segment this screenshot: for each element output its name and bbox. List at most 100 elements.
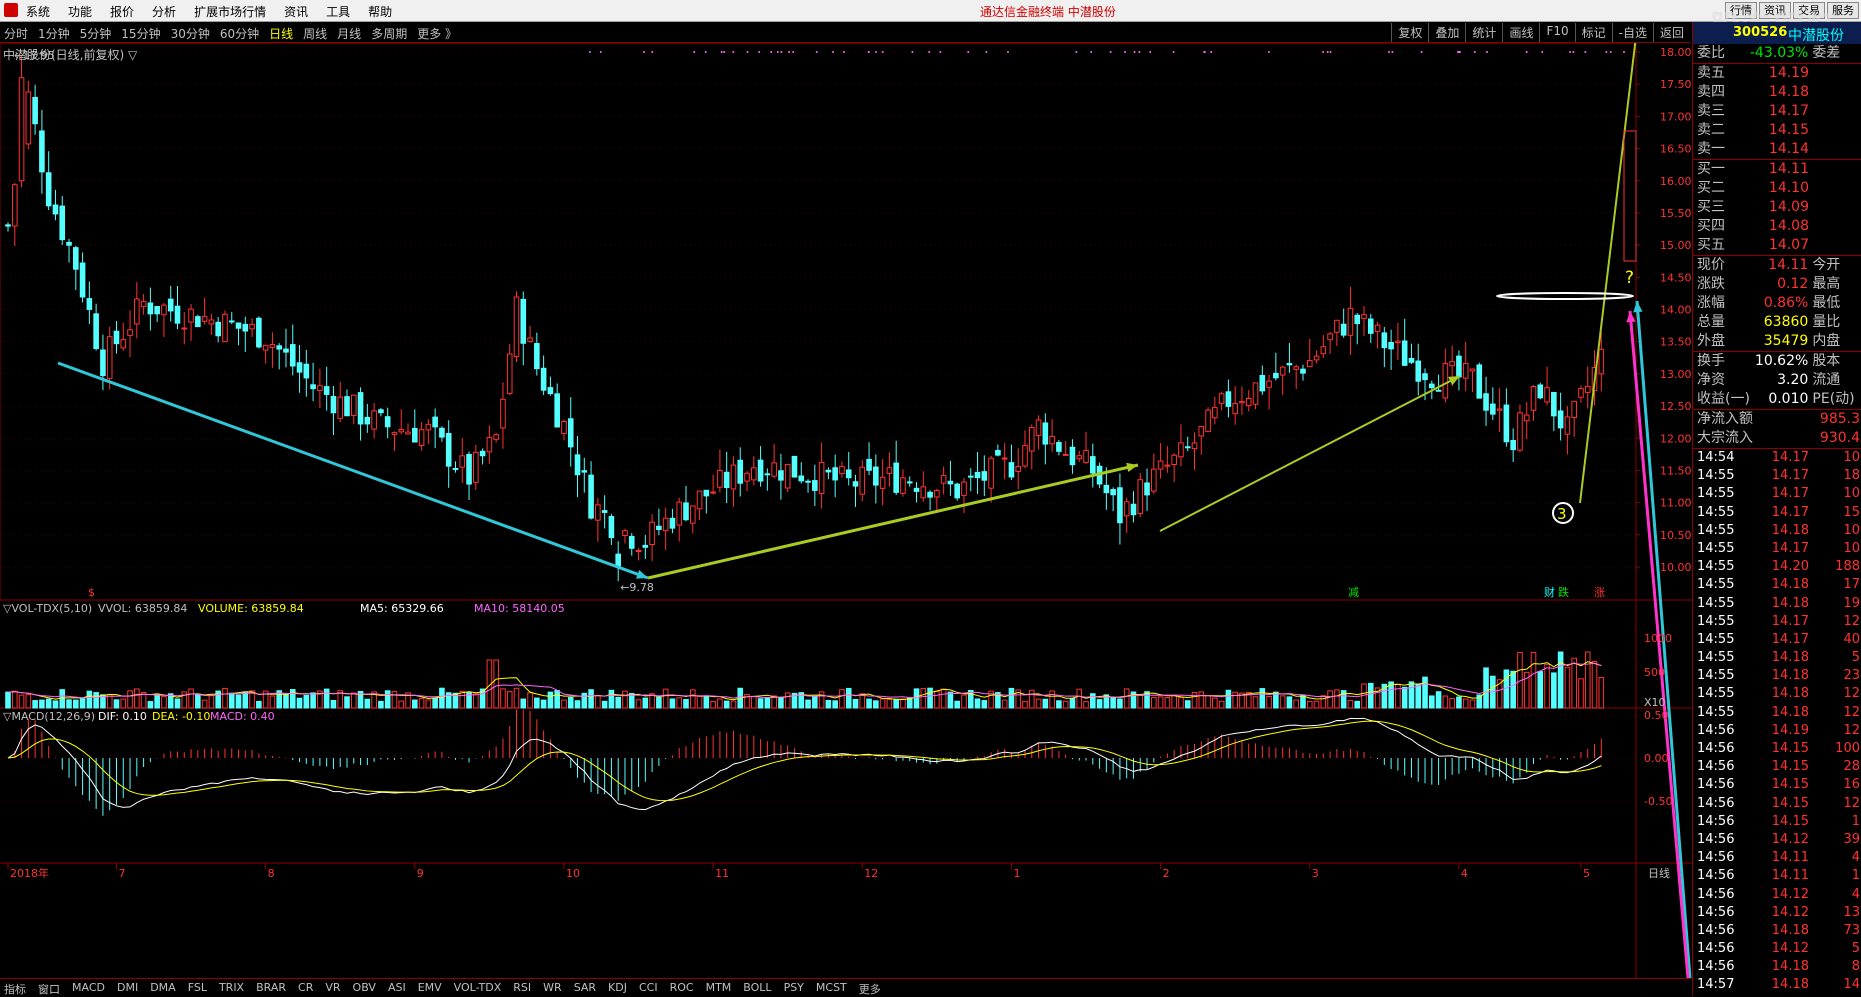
weibi-row: 委比 -43.03% 委差 <box>1693 44 1861 63</box>
candle-body <box>1544 387 1550 403</box>
signal-dot <box>693 51 696 53</box>
period-tab-10[interactable]: 更多 》 <box>417 25 457 42</box>
menu-function[interactable]: 功能 <box>68 3 92 20</box>
period-tab-2[interactable]: 5分钟 <box>80 25 112 42</box>
period-tab-8[interactable]: 月线 <box>337 25 361 42</box>
indicator-tab-18[interactable]: CCI <box>639 981 658 997</box>
indicator-tab-8[interactable]: CR <box>298 981 313 997</box>
period-tab-7[interactable]: 周线 <box>303 25 327 42</box>
indicator-tab-10[interactable]: OBV <box>353 981 376 997</box>
candle-body <box>764 473 771 476</box>
volume-bar <box>1306 700 1313 709</box>
indicator-tab-16[interactable]: SAR <box>574 981 596 997</box>
volume-bar <box>1435 691 1442 709</box>
signal-dot <box>874 51 877 53</box>
volume-bar <box>25 694 32 709</box>
volume-bar <box>1001 699 1008 709</box>
flow-label: 大宗流入 <box>1697 430 1753 446</box>
tick-time: 14:55 <box>1697 522 1735 538</box>
menu-tools[interactable]: 工具 <box>326 3 350 20</box>
indicator-tab-15[interactable]: WR <box>543 981 562 997</box>
stat-value: 14.11 <box>1768 257 1809 273</box>
signal-dot <box>1267 51 1270 53</box>
menu-analysis[interactable]: 分析 <box>152 3 176 20</box>
signal-dot <box>1203 51 1206 53</box>
tick-volume: 16 <box>1843 777 1860 793</box>
tick-price: 14.18 <box>1771 977 1809 993</box>
candle-body <box>1401 340 1408 366</box>
tool-button-2[interactable]: 统计 <box>1465 23 1502 42</box>
menu-info[interactable]: 资讯 <box>284 3 308 20</box>
indicator-tab-2[interactable]: MACD <box>72 981 105 997</box>
candle-body <box>235 322 242 329</box>
event-mark-fall: 跌 <box>1558 585 1569 599</box>
tool-button-6[interactable]: -自选 <box>1611 23 1653 42</box>
volume-bar <box>947 691 954 709</box>
indicator-tab-3[interactable]: DMI <box>117 981 138 997</box>
indicator-tab-0[interactable]: 指标 <box>4 981 26 997</box>
indicator-tab-13[interactable]: VOL-TDX <box>454 981 502 997</box>
volume-bar <box>934 690 940 709</box>
candle-body <box>1449 361 1455 367</box>
candle-body <box>228 320 235 323</box>
indicator-tab-24[interactable]: 更多 <box>859 981 881 997</box>
indicator-tab-20[interactable]: MTM <box>706 981 732 997</box>
volume-bar <box>412 699 418 709</box>
tool-button-4[interactable]: F10 <box>1539 23 1574 42</box>
indicator-tab-14[interactable]: RSI <box>513 981 531 997</box>
candle-body <box>1598 348 1605 375</box>
chart-title: 中潜股份(日线,前复权) ▽ <box>3 48 138 62</box>
candle-body <box>11 184 18 227</box>
indicator-tab-23[interactable]: MCST <box>816 981 847 997</box>
menu-system[interactable]: 系统 <box>26 3 50 20</box>
vol-title: ▽VOL-TDX(5,10) <box>3 602 92 615</box>
menu-extended-market[interactable]: 扩展市场行情 <box>194 3 266 20</box>
period-tab-0[interactable]: 分时 <box>4 25 28 42</box>
period-tab-6[interactable]: 日线 <box>269 25 293 42</box>
tool-button-1[interactable]: 叠加 <box>1428 23 1465 42</box>
menu-help[interactable]: 帮助 <box>368 3 392 20</box>
volume-bar <box>513 687 520 709</box>
candle-body <box>581 470 588 473</box>
period-tab-9[interactable]: 多周期 <box>371 25 407 42</box>
indicator-tab-5[interactable]: FSL <box>188 981 207 997</box>
indicator-tab-6[interactable]: TRIX <box>219 981 244 997</box>
volume-bar <box>866 698 872 709</box>
indicator-tab-12[interactable]: EMV <box>418 981 442 997</box>
indicator-tab-21[interactable]: BOLL <box>743 981 771 997</box>
tick-list[interactable]: 14:54 14.17 10 14:55 14.17 18 14:55 14.17 10 14:5… <box>1693 449 1861 995</box>
indicator-tab-19[interactable]: ROC <box>670 981 694 997</box>
candle-body <box>1293 366 1300 370</box>
candle-body <box>1530 386 1537 411</box>
period-tab-4[interactable]: 30分钟 <box>171 25 210 42</box>
tool-button-7[interactable]: 返回 <box>1652 23 1690 42</box>
indicator-tab-4[interactable]: DMA <box>150 981 176 997</box>
tick-row: 14:57 14.18 14 <box>1693 976 1861 994</box>
bids-price: 14.07 <box>1768 237 1809 253</box>
period-tab-1[interactable]: 1分钟 <box>38 25 70 42</box>
indicator-tab-22[interactable]: PSY <box>784 981 804 997</box>
stat-label: 净资 <box>1697 372 1725 388</box>
volume-bar <box>256 700 262 709</box>
tick-volume: 15 <box>1843 504 1860 520</box>
menu-quote[interactable]: 报价 <box>110 3 134 20</box>
indicator-tab-1[interactable]: 窗口 <box>38 981 60 997</box>
tool-button-5[interactable]: 标记 <box>1574 23 1612 42</box>
indicator-tab-17[interactable]: KDJ <box>608 981 627 997</box>
indicator-tab-11[interactable]: ASI <box>388 981 406 997</box>
tool-button-0[interactable]: 复权 <box>1391 23 1428 42</box>
tick-row: 14:55 14.17 40 <box>1693 631 1861 649</box>
period-tab-5[interactable]: 60分钟 <box>220 25 259 42</box>
candle-body <box>1503 404 1510 443</box>
volume-bar <box>1320 695 1327 709</box>
chart-area[interactable]: 18.00 17.50 17.00 16.50 16.00 15.50 15.00 14.50… <box>0 43 1692 978</box>
period-tab-3[interactable]: 15分钟 <box>121 25 160 42</box>
tick-time: 14:56 <box>1697 813 1735 829</box>
candle-body <box>1381 332 1388 349</box>
asks-row: 卖三 14.17 <box>1693 102 1861 121</box>
volume-bar <box>1198 691 1205 709</box>
indicator-tab-7[interactable]: BRAR <box>256 981 286 997</box>
volume-bar <box>1483 667 1489 709</box>
indicator-tab-9[interactable]: VR <box>325 981 340 997</box>
tool-button-3[interactable]: 画线 <box>1502 23 1539 42</box>
